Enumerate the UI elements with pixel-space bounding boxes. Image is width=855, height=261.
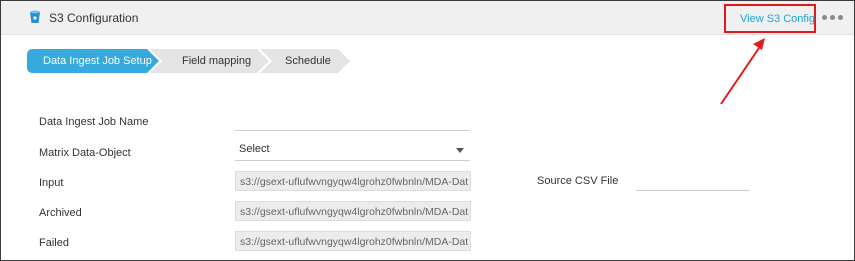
matrix-data-object-label: Matrix Data-Object (39, 147, 131, 159)
job-name-input[interactable] (235, 130, 470, 131)
archived-path-field[interactable]: s3://gsext-uflufwvngyqw4lgrohz0fwbnln/MD… (235, 201, 471, 221)
source-csv-label: Source CSV File (537, 175, 619, 187)
input-path-field[interactable]: s3://gsext-uflufwvngyqw4lgrohz0fwbnln/MD… (235, 171, 471, 191)
source-csv-input[interactable] (636, 190, 750, 191)
failed-path-value: s3://gsext-uflufwvngyqw4lgrohz0fwbnln/MD… (240, 236, 469, 248)
step-setup[interactable]: Data Ingest Job Setup (43, 49, 152, 73)
input-label: Input (39, 177, 64, 189)
failed-path-field[interactable]: s3://gsext-uflufwvngyqw4lgrohz0fwbnln/MD… (235, 231, 471, 251)
step-schedule[interactable]: Schedule (285, 49, 331, 73)
archived-path-value: s3://gsext-uflufwvngyqw4lgrohz0fwbnln/MD… (240, 206, 469, 218)
archived-label: Archived (39, 207, 82, 219)
chevron-down-icon (456, 148, 464, 153)
matrix-data-object-select[interactable]: Select (235, 140, 470, 161)
job-name-label: Data Ingest Job Name (39, 116, 149, 128)
failed-label: Failed (39, 237, 69, 249)
window-frame: S3 Configuration View S3 Config Data Ing… (0, 0, 855, 261)
step-field-mapping[interactable]: Field mapping (182, 49, 251, 73)
annotation-arrow-line (720, 44, 762, 105)
input-path-value: s3://gsext-uflufwvngyqw4lgrohz0fwbnln/MD… (240, 176, 469, 188)
matrix-data-object-value: Select (239, 143, 270, 155)
